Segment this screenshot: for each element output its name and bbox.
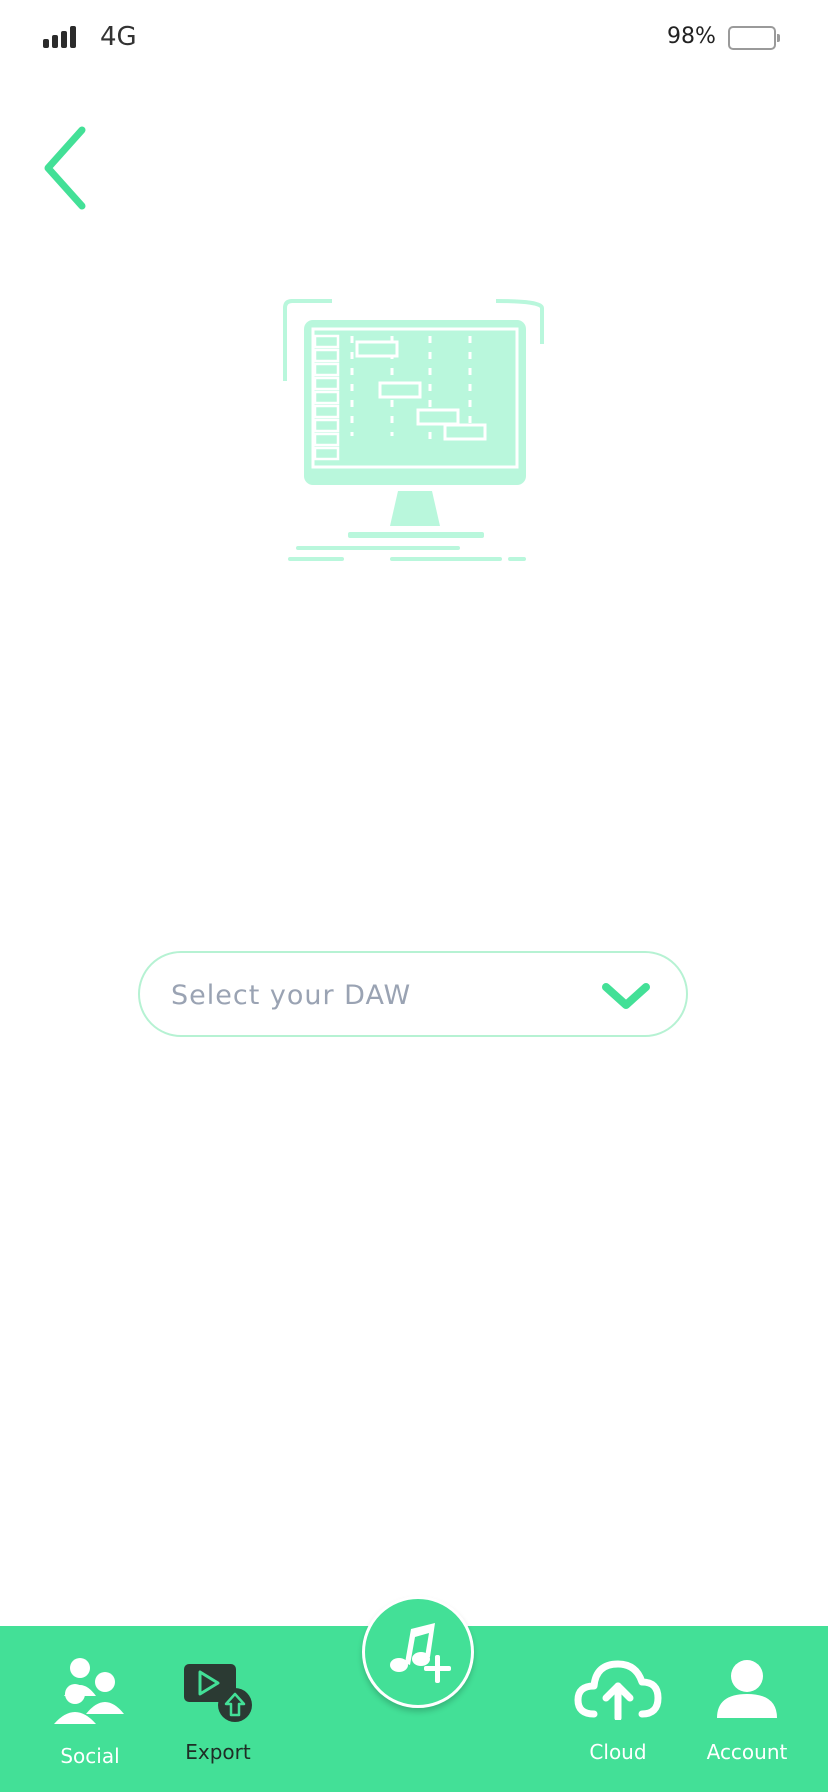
signal-strength-icon xyxy=(43,26,79,48)
battery-icon xyxy=(728,26,780,50)
daw-select-dropdown[interactable]: Select your DAW xyxy=(138,951,688,1037)
tab-export[interactable]: Export xyxy=(170,1626,266,1792)
tab-cloud[interactable]: Cloud xyxy=(566,1626,670,1792)
battery-percentage: 98% xyxy=(667,24,716,49)
export-video-icon xyxy=(184,1664,252,1722)
tab-cloud-label: Cloud xyxy=(589,1740,647,1764)
back-button[interactable] xyxy=(36,120,96,216)
tab-social[interactable]: Social xyxy=(46,1626,134,1792)
add-music-button[interactable] xyxy=(362,1596,474,1708)
people-icon xyxy=(54,1658,124,1724)
chevron-left-icon xyxy=(44,126,86,210)
tab-social-label: Social xyxy=(60,1744,120,1768)
tab-export-label: Export xyxy=(185,1740,251,1764)
daw-monitor-illustration xyxy=(283,299,544,561)
add-music-icon xyxy=(390,1623,451,1683)
tab-account-label: Account xyxy=(706,1740,788,1764)
daw-select-placeholder: Select your DAW xyxy=(171,980,412,1011)
cloud-upload-icon xyxy=(574,1660,662,1720)
chevron-down-icon xyxy=(602,983,650,1009)
status-bar: 4G 98% xyxy=(0,0,828,80)
tab-account[interactable]: Account xyxy=(700,1626,794,1792)
network-type: 4G xyxy=(100,22,137,52)
user-icon xyxy=(717,1660,777,1718)
